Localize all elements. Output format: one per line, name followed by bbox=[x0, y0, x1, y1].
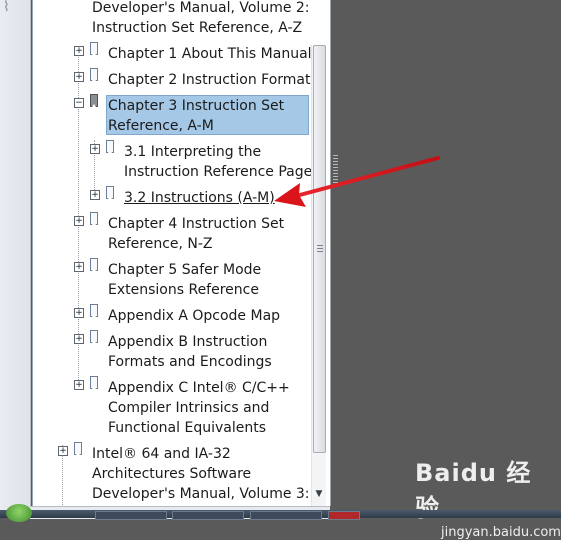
taskbar-button[interactable] bbox=[172, 511, 244, 520]
baidu-watermark: Baidu 经验 jingyan.baidu.com bbox=[415, 453, 561, 540]
taskbar bbox=[0, 504, 561, 522]
taskbar-button[interactable] bbox=[250, 511, 322, 520]
annotation-arrow bbox=[274, 156, 440, 207]
start-button[interactable] bbox=[6, 504, 32, 522]
taskbar-button[interactable] bbox=[95, 511, 167, 520]
watermark-url: jingyan.baidu.com bbox=[441, 525, 561, 540]
taskbar-button[interactable] bbox=[328, 511, 360, 520]
